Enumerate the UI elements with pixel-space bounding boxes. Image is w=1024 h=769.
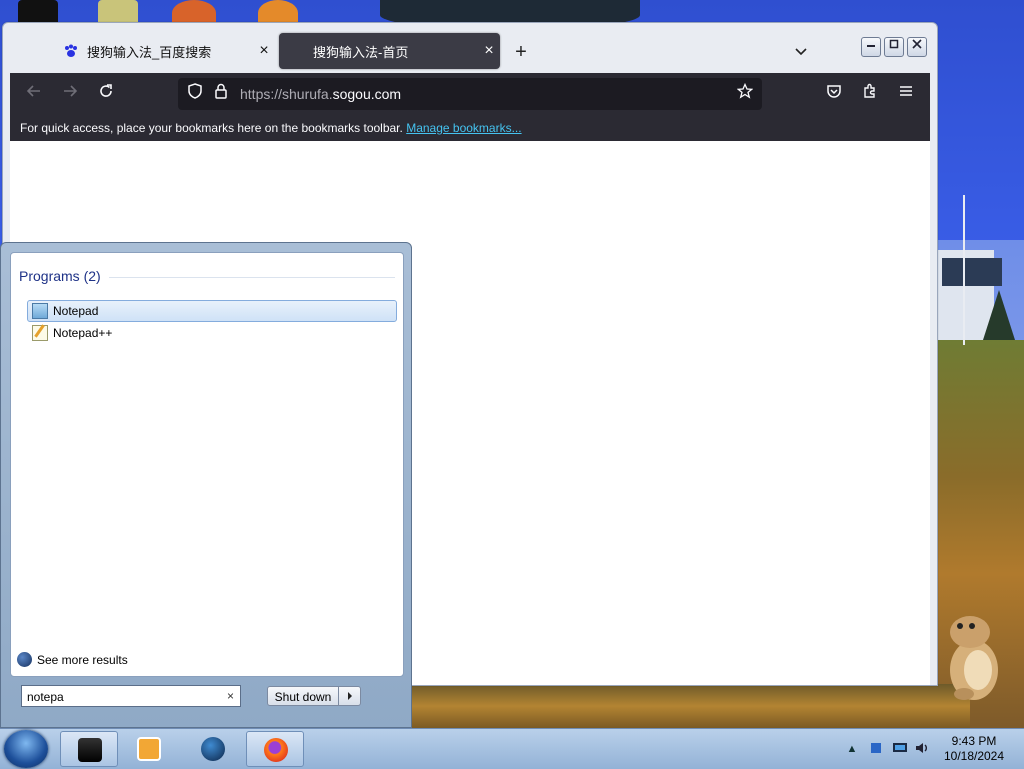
result-label: Notepad++ bbox=[53, 326, 113, 340]
hamster-desktop-pet[interactable] bbox=[940, 608, 1004, 704]
taskbar-app-firefox[interactable] bbox=[246, 731, 304, 767]
menu-hamburger-icon[interactable] bbox=[894, 82, 918, 106]
taskbar-app-terminal[interactable] bbox=[60, 731, 118, 767]
notepad-icon bbox=[32, 303, 48, 319]
pocket-icon[interactable] bbox=[822, 82, 846, 106]
shutdown-options-arrow-icon[interactable] bbox=[339, 686, 361, 706]
security-tray-icon[interactable] bbox=[868, 741, 884, 757]
globe-icon bbox=[201, 737, 225, 761]
wallpaper-field bbox=[410, 684, 970, 728]
tab-sogou-home[interactable]: 搜狗输入法-首页 × bbox=[279, 33, 500, 69]
bookmarks-toolbar: For quick access, place your bookmarks h… bbox=[10, 115, 930, 141]
terminal-icon bbox=[78, 738, 102, 762]
result-notepad-plus-plus[interactable]: Notepad++ bbox=[27, 322, 397, 344]
navigation-toolbar: https://shurufa.sogou.com bbox=[10, 73, 930, 115]
search-globe-icon bbox=[17, 652, 32, 667]
tab-title: 搜狗输入法_百度搜索 bbox=[87, 44, 212, 60]
result-label: Notepad bbox=[53, 304, 99, 318]
media-player-icon bbox=[137, 737, 161, 761]
extensions-puzzle-icon[interactable] bbox=[858, 82, 882, 106]
volume-icon[interactable] bbox=[914, 741, 930, 757]
list-all-tabs-icon[interactable] bbox=[789, 43, 813, 63]
manage-bookmarks-link[interactable]: Manage bookmarks... bbox=[406, 121, 521, 135]
show-hidden-icons-arrow-icon[interactable]: ▲ bbox=[844, 741, 860, 757]
start-button[interactable] bbox=[4, 730, 48, 768]
maximize-button[interactable] bbox=[884, 37, 904, 57]
programs-heading: Programs (2) bbox=[19, 268, 101, 284]
start-search-input[interactable]: notepa × bbox=[21, 685, 241, 707]
clear-search-icon[interactable]: × bbox=[227, 689, 234, 703]
clock-time: 9:43 PM bbox=[951, 734, 997, 748]
flagpole bbox=[963, 195, 965, 345]
see-more-label: See more results bbox=[37, 652, 128, 667]
search-results-pane: Programs (2) Notepad Notepad++ See more … bbox=[10, 252, 404, 677]
bookmark-star-icon[interactable] bbox=[734, 82, 756, 105]
firefox-icon bbox=[264, 738, 288, 762]
result-notepad[interactable]: Notepad bbox=[27, 300, 397, 322]
baidu-paw-icon bbox=[63, 43, 79, 59]
bookmarks-hint: For quick access, place your bookmarks h… bbox=[20, 121, 403, 135]
url-text: https://shurufa.sogou.com bbox=[240, 86, 402, 102]
clock-date: 10/18/2024 bbox=[943, 749, 1005, 763]
minimize-button[interactable] bbox=[861, 37, 881, 57]
notepad-plus-plus-icon bbox=[32, 325, 48, 341]
close-window-button[interactable] bbox=[907, 37, 927, 57]
tab-favicon bbox=[289, 43, 305, 59]
address-bar[interactable]: https://shurufa.sogou.com bbox=[178, 78, 762, 110]
search-value: notepa bbox=[27, 690, 64, 704]
start-menu: Programs (2) Notepad Notepad++ See more … bbox=[0, 242, 412, 728]
forward-arrow-icon[interactable] bbox=[58, 82, 82, 106]
shutdown-button[interactable]: Shut down bbox=[267, 686, 339, 706]
new-tab-button[interactable]: + bbox=[509, 41, 533, 65]
close-tab-icon[interactable]: × bbox=[478, 42, 500, 60]
back-arrow-icon[interactable] bbox=[22, 82, 46, 106]
clock[interactable]: 9:43 PM 10/18/2024 bbox=[942, 734, 1006, 764]
tab-baidu-search[interactable]: 搜狗输入法_百度搜索 × bbox=[53, 33, 275, 69]
tab-title: 搜狗输入法-首页 bbox=[313, 44, 409, 60]
tab-strip: 搜狗输入法_百度搜索 × 搜狗输入法-首页 × + bbox=[9, 31, 929, 73]
tree bbox=[983, 290, 1015, 340]
close-tab-icon[interactable]: × bbox=[253, 42, 275, 60]
reload-icon[interactable] bbox=[94, 82, 118, 106]
taskbar-app-media-player[interactable] bbox=[120, 731, 178, 767]
taskbar: ▲ 9:43 PM 10/18/2024 bbox=[0, 728, 1024, 769]
network-monitor-icon[interactable] bbox=[892, 741, 908, 757]
taskbar-app-globe[interactable] bbox=[184, 731, 242, 767]
lock-icon[interactable] bbox=[210, 83, 232, 105]
see-more-results[interactable]: See more results bbox=[17, 652, 128, 667]
shield-icon[interactable] bbox=[184, 83, 206, 105]
divider bbox=[109, 277, 395, 278]
